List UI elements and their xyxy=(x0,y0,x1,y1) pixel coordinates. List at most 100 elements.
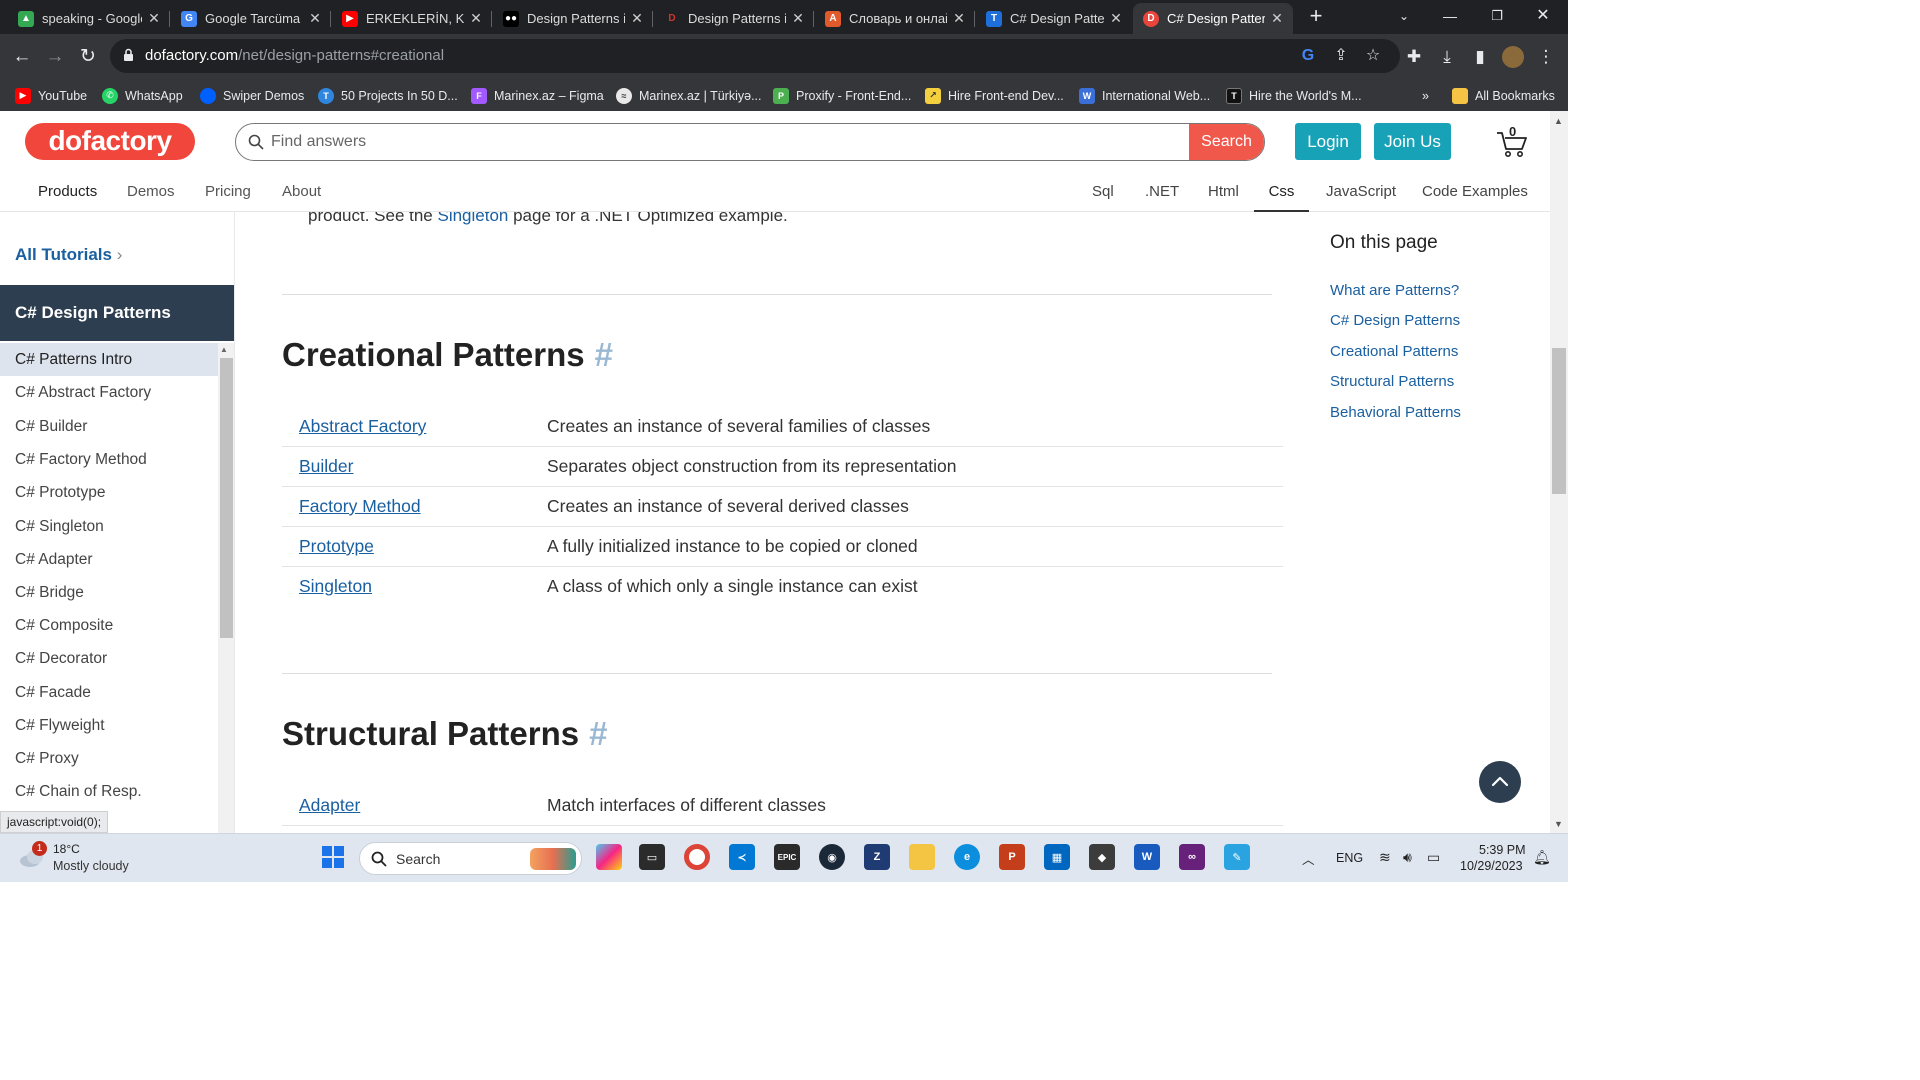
browser-tab[interactable]: G Google Tarcüma ✕ xyxy=(171,3,331,34)
back-button[interactable]: ← xyxy=(9,44,35,70)
close-window-button[interactable]: ✕ xyxy=(1520,0,1566,32)
dofactory-logo[interactable]: dofactory xyxy=(25,123,195,160)
steam-icon[interactable]: ◉ xyxy=(819,844,845,870)
weather-temperature[interactable]: 18°C xyxy=(53,842,80,856)
sidebar-item-facade[interactable]: C# Facade xyxy=(0,676,218,709)
close-tab-icon[interactable]: ✕ xyxy=(307,10,323,27)
microsoft-store-icon[interactable]: ▦ xyxy=(1044,844,1070,870)
sidebar-item-adapter[interactable]: C# Adapter xyxy=(0,543,218,576)
address-bar[interactable]: dofactory.com/net/design-patterns#creati… xyxy=(110,39,1400,73)
bookmark-swiper[interactable]: Swiper Demos xyxy=(200,84,304,107)
sidebar-item-bridge[interactable]: C# Bridge xyxy=(0,576,218,609)
more-bookmarks-button[interactable]: » xyxy=(1422,84,1429,107)
forward-button[interactable]: → xyxy=(42,44,68,70)
search-button[interactable]: Search xyxy=(1189,124,1264,160)
sidebar-item-singleton[interactable]: C# Singleton xyxy=(0,510,218,543)
notification-icon[interactable]: 🔔︎ xyxy=(1533,849,1551,866)
restore-button[interactable]: ❐ xyxy=(1474,0,1520,32)
back-to-top-button[interactable] xyxy=(1479,761,1521,803)
language-indicator[interactable]: ENG xyxy=(1336,851,1363,865)
sidebar-item-patterns-intro[interactable]: C# Patterns Intro xyxy=(0,343,218,376)
sidebar-item-chain-of-resp[interactable]: C# Chain of Resp. xyxy=(0,775,218,808)
lock-icon[interactable] xyxy=(123,48,134,62)
reload-button[interactable]: ↻ xyxy=(75,44,101,70)
bookmark-hire-frontend[interactable]: ↗ Hire Front-end Dev... xyxy=(925,84,1064,107)
pattern-link[interactable]: Abstract Factory xyxy=(299,416,426,437)
toc-link-csharp-design-patterns[interactable]: C# Design Patterns xyxy=(1330,312,1460,329)
pattern-link[interactable]: Factory Method xyxy=(299,496,421,517)
bookmark-proxify[interactable]: P Proxify - Front-End... xyxy=(773,84,911,107)
edge-icon[interactable]: e xyxy=(954,844,980,870)
browser-tab[interactable]: ▲ speaking - Google ✕ xyxy=(8,3,170,34)
clock-time[interactable]: 5:39 PM xyxy=(1479,843,1526,857)
close-tab-icon[interactable]: ✕ xyxy=(146,10,162,27)
nav-about[interactable]: About xyxy=(282,183,321,200)
bookmark-marinex[interactable]: ≈ Marinex.az | Türkiyə... xyxy=(616,84,762,107)
search-input[interactable] xyxy=(271,124,1221,160)
close-tab-icon[interactable]: ✕ xyxy=(1269,10,1285,27)
sidebar-item-proxy[interactable]: C# Proxy xyxy=(0,742,218,775)
toc-link-what-are-patterns[interactable]: What are Patterns? xyxy=(1330,282,1459,299)
new-tab-button[interactable]: + xyxy=(1305,5,1327,27)
z-app-icon[interactable]: Z xyxy=(864,844,890,870)
paint-icon[interactable]: ✎ xyxy=(1224,844,1250,870)
toc-link-behavioral[interactable]: Behavioral Patterns xyxy=(1330,404,1461,421)
volume-icon[interactable]: 🔊︎ xyxy=(1403,849,1412,866)
bookmark-figma[interactable]: F Marinex.az – Figma xyxy=(471,84,604,107)
sidebar-item-builder[interactable]: C# Builder xyxy=(0,410,218,443)
visual-studio-icon[interactable]: ∞ xyxy=(1179,844,1205,870)
browser-tab[interactable]: A Словарь и онлай ✕ xyxy=(815,3,975,34)
bookmark-youtube[interactable]: ▶ YouTube xyxy=(15,84,87,107)
bookmark-star-icon[interactable]: ☆ xyxy=(1363,46,1383,66)
pattern-link[interactable]: Builder xyxy=(299,456,353,477)
nav-css[interactable]: Css xyxy=(1254,183,1309,212)
taskbar-search[interactable]: Search xyxy=(359,842,582,875)
chrome-icon[interactable] xyxy=(684,844,710,870)
pattern-link[interactable]: Prototype xyxy=(299,536,374,557)
clock-date[interactable]: 10/29/2023 xyxy=(1460,859,1523,873)
weather-description[interactable]: Mostly cloudy xyxy=(53,859,129,873)
close-tab-icon[interactable]: ✕ xyxy=(1108,10,1124,27)
bookmark-50-projects[interactable]: T 50 Projects In 50 D... xyxy=(318,84,458,107)
toc-link-creational[interactable]: Creational Patterns xyxy=(1330,343,1458,360)
scroll-down-arrow-icon[interactable]: ▼ xyxy=(1554,819,1563,829)
browser-tab[interactable]: D Design Patterns i ✕ xyxy=(654,3,814,34)
nav-products[interactable]: Products xyxy=(38,183,97,200)
download-icon[interactable]: ⤓ xyxy=(1436,46,1458,68)
file-explorer-icon[interactable] xyxy=(909,844,935,870)
side-panel-icon[interactable]: ▮ xyxy=(1469,46,1491,68)
pattern-link[interactable]: Adapter xyxy=(299,795,360,816)
close-tab-icon[interactable]: ✕ xyxy=(951,10,967,27)
sidebar-item-abstract-factory[interactable]: C# Abstract Factory xyxy=(0,376,218,409)
epic-games-icon[interactable]: EPIC xyxy=(774,844,800,870)
share-icon[interactable]: ⇪ xyxy=(1331,46,1351,66)
task-view-icon[interactable]: ▭ xyxy=(639,844,665,870)
word-icon[interactable]: W xyxy=(1134,844,1160,870)
windows-start-icon[interactable] xyxy=(320,844,346,870)
singleton-link[interactable]: Singleton xyxy=(437,212,508,225)
google-lens-icon[interactable]: G xyxy=(1298,46,1318,66)
sidebar-item-factory-method[interactable]: C# Factory Method xyxy=(0,443,218,476)
sidebar-item-decorator[interactable]: C# Decorator xyxy=(0,642,218,675)
join-button[interactable]: Join Us xyxy=(1374,123,1451,160)
close-tab-icon[interactable]: ✕ xyxy=(790,10,806,27)
vscode-icon[interactable]: ≺ xyxy=(729,844,755,870)
login-button[interactable]: Login xyxy=(1295,123,1361,160)
bookmark-whatsapp[interactable]: ✆ WhatsApp xyxy=(102,84,183,107)
nav-javascript[interactable]: JavaScript xyxy=(1326,183,1396,200)
all-bookmarks-button[interactable]: All Bookmarks xyxy=(1452,84,1555,107)
powerpoint-icon[interactable]: P xyxy=(999,844,1025,870)
scroll-up-arrow-icon[interactable]: ▲ xyxy=(220,345,228,354)
minimize-button[interactable]: — xyxy=(1427,0,1473,32)
nav-html[interactable]: Html xyxy=(1208,183,1239,200)
browser-tab[interactable]: T C# Design Patter ✕ xyxy=(976,3,1132,34)
unity-icon[interactable]: ◆ xyxy=(1089,844,1115,870)
nav-sql[interactable]: Sql xyxy=(1092,183,1114,200)
close-tab-icon[interactable]: ✕ xyxy=(629,10,645,27)
sidebar-item-composite[interactable]: C# Composite xyxy=(0,609,218,642)
chevron-up-icon[interactable]: ︿ xyxy=(1302,849,1315,868)
nav-demos[interactable]: Demos xyxy=(127,183,175,200)
page-scroll-thumb[interactable] xyxy=(1552,348,1566,494)
profile-avatar[interactable] xyxy=(1502,46,1524,68)
menu-icon[interactable]: ⋮ xyxy=(1535,46,1557,68)
